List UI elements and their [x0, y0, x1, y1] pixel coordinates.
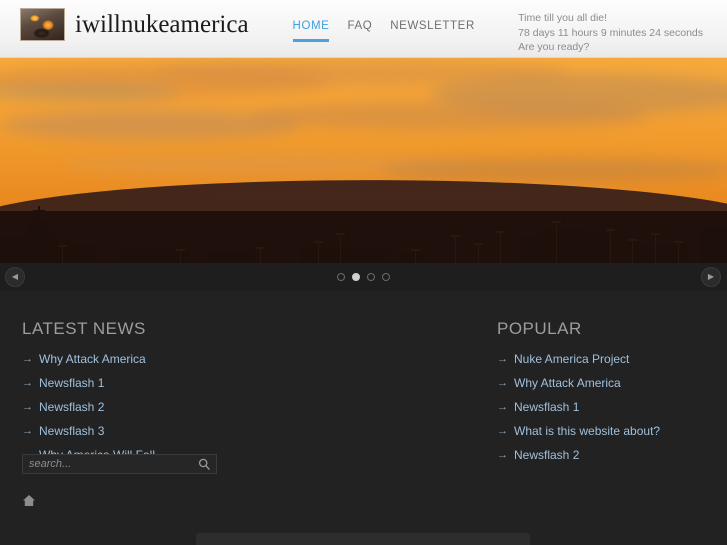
list-item[interactable]: → Newsflash 2 — [497, 447, 705, 463]
popular-link-3[interactable]: Newsflash 1 — [514, 399, 579, 415]
slider-dot-2[interactable] — [352, 273, 360, 281]
popular-list: → Nuke America Project → Why Attack Amer… — [497, 351, 705, 463]
cross-icon — [33, 206, 45, 222]
arrow-right-icon: → — [497, 425, 508, 437]
list-item[interactable]: → Newsflash 1 — [497, 399, 705, 415]
countdown-block: Time till you all die! 78 days 11 hours … — [518, 0, 727, 55]
home-link[interactable] — [22, 494, 36, 512]
countdown-question: Are you ready? — [518, 41, 590, 53]
spacer-column — [260, 319, 475, 471]
nav-item-newsletter[interactable]: NEWSLETTER — [390, 20, 475, 42]
city-skyline-silhouette — [0, 173, 727, 263]
latest-news-link-2[interactable]: Newsflash 1 — [39, 375, 104, 391]
antenna — [411, 249, 420, 263]
chevron-right-icon[interactable]: ▶ — [701, 267, 721, 287]
list-item[interactable]: → Newsflash 2 — [22, 399, 238, 415]
brand[interactable]: iwillnukeamerica — [0, 0, 249, 41]
antenna — [496, 231, 505, 263]
arrow-right-icon: → — [497, 401, 508, 413]
slider-pagination — [337, 273, 390, 281]
latest-news-link-3[interactable]: Newsflash 2 — [39, 399, 104, 415]
slider-dot-4[interactable] — [382, 273, 390, 281]
dome-body — [25, 233, 53, 263]
antenna — [176, 249, 185, 263]
footer-panel — [196, 533, 530, 545]
popular-link-5[interactable]: Newsflash 2 — [514, 447, 579, 463]
church-dome-silhouette — [22, 206, 56, 263]
list-item[interactable]: → Newsflash 1 — [22, 375, 238, 391]
latest-news-title: LATEST NEWS — [22, 319, 146, 338]
list-item[interactable]: → Why Attack America — [497, 375, 705, 391]
building-block — [300, 247, 390, 263]
latest-news-column: LATEST NEWS → Why Attack America → Newsf… — [0, 319, 260, 471]
building-block — [700, 227, 727, 263]
list-item[interactable]: → Nuke America Project — [497, 351, 705, 367]
popular-link-1[interactable]: Nuke America Project — [514, 351, 629, 367]
antenna — [336, 233, 345, 263]
arrow-right-icon: → — [22, 353, 33, 365]
antenna — [628, 239, 637, 263]
building-block — [630, 245, 690, 263]
main-navigation: HOME FAQ NEWSLETTER — [292, 0, 475, 42]
countdown-timer: 78 days 11 hours 9 minutes 24 seconds — [518, 26, 703, 39]
latest-news-link-4[interactable]: Newsflash 3 — [39, 423, 104, 439]
arrow-right-icon: → — [497, 377, 508, 389]
list-item[interactable]: → What is this website about? — [497, 423, 705, 439]
popular-title: POPULAR — [497, 319, 582, 338]
building-block — [205, 251, 255, 263]
antenna — [314, 241, 323, 263]
burning-coal-logo-icon — [20, 8, 65, 41]
list-item[interactable]: → Newsflash 3 — [22, 423, 238, 439]
antenna — [606, 229, 615, 263]
arrow-right-icon: → — [22, 425, 33, 437]
slider-dot-3[interactable] — [367, 273, 375, 281]
slider-dot-1[interactable] — [337, 273, 345, 281]
countdown-headline: Time till you all die! — [518, 12, 608, 24]
hero-slider-image[interactable] — [0, 58, 727, 263]
search-input[interactable] — [23, 458, 192, 470]
search-icon — [198, 458, 210, 470]
arrow-right-icon: → — [497, 449, 508, 461]
search-button[interactable] — [192, 455, 216, 473]
latest-news-list: → Why Attack America → Newsflash 1 → New… — [22, 351, 238, 463]
list-item[interactable]: → Why Attack America — [22, 351, 238, 367]
arrow-right-icon: → — [22, 377, 33, 389]
antenna — [451, 235, 460, 263]
building-block — [592, 233, 610, 263]
page-root: iwillnukeamerica HOME FAQ NEWSLETTER Tim… — [0, 0, 727, 545]
antenna — [474, 243, 483, 263]
antenna — [256, 247, 265, 263]
brand-title: iwillnukeamerica — [75, 11, 249, 38]
latest-news-link-1[interactable]: Why Attack America — [39, 351, 146, 367]
arrow-right-icon: → — [22, 401, 33, 413]
popular-link-2[interactable]: Why Attack America — [514, 375, 621, 391]
antenna — [674, 241, 683, 263]
building-block — [58, 245, 98, 263]
chevron-left-icon[interactable]: ◀ — [5, 267, 25, 287]
nav-item-faq[interactable]: FAQ — [347, 20, 372, 42]
home-icon — [23, 495, 35, 506]
antenna — [58, 245, 67, 263]
building-block — [540, 229, 586, 263]
popular-column: POPULAR → Nuke America Project → Why Att… — [475, 319, 727, 471]
search-box[interactable] — [22, 454, 217, 474]
nav-item-home[interactable]: HOME — [292, 20, 330, 42]
arrow-right-icon: → — [497, 353, 508, 365]
site-header: iwillnukeamerica HOME FAQ NEWSLETTER Tim… — [0, 0, 727, 58]
antenna — [552, 221, 561, 263]
antenna — [651, 233, 660, 263]
popular-link-4[interactable]: What is this website about? — [514, 423, 660, 439]
main-content: LATEST NEWS → Why Attack America → Newsf… — [0, 291, 727, 545]
slider-controls: ◀ ▶ — [0, 263, 727, 291]
